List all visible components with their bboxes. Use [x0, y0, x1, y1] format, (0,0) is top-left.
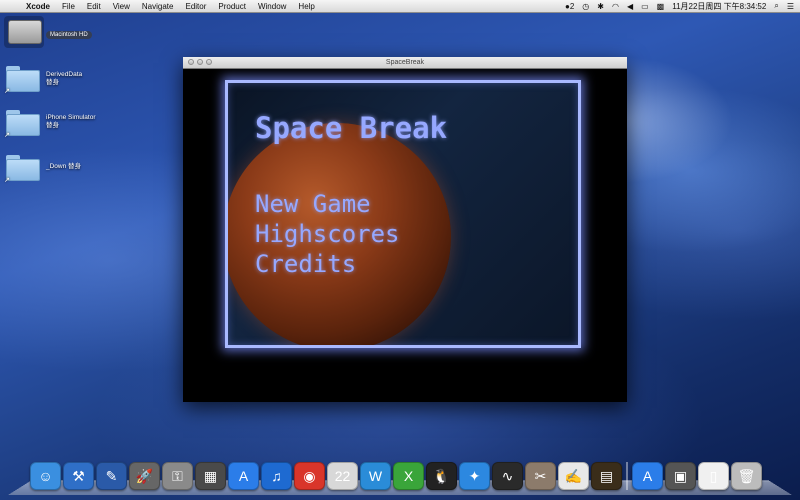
wifi-icon[interactable]: ◠ [612, 2, 619, 11]
clock[interactable]: 11月22日周四 下午8:34:52 [672, 1, 766, 12]
game-view[interactable]: Space Break New Game Highscores Credits [183, 69, 627, 402]
dock: ☺ ⚒ ✎ 🚀 ⚿ ▦ A ♫ ◉ 22 W X 🐧 ✦ ∿ ✂ ✍ ▤ A ▣ ▯ 🗑 [30, 458, 762, 490]
window-title: SpaceBreak [385, 59, 425, 66]
macintosh-hd-icon[interactable] [4, 16, 44, 48]
utilities-icon[interactable]: ✂ [525, 462, 556, 490]
wps-spreadsheet-icon[interactable]: X [393, 462, 424, 490]
bluetooth-icon[interactable]: ✱ [597, 2, 604, 11]
menu-editor[interactable]: Editor [179, 2, 212, 11]
game-icon[interactable]: ▤ [591, 462, 622, 490]
launchpad-icon[interactable]: 🚀 [129, 462, 160, 490]
menu-edit[interactable]: Edit [81, 2, 107, 11]
alias-arrow-icon: ↗ [4, 88, 10, 95]
chrome-icon[interactable]: ◉ [294, 462, 325, 490]
safari-icon[interactable]: ✦ [459, 462, 490, 490]
folder-down-label[interactable]: _Down 替身 [46, 163, 106, 171]
xcode-icon[interactable]: ⚒ [63, 462, 94, 490]
dashboard-icon[interactable]: ▦ [195, 462, 226, 490]
folder-deriveddata-icon[interactable]: ↗ [4, 66, 40, 95]
qq-status-icon[interactable]: ●2 [565, 2, 574, 11]
trash-icon[interactable]: 🗑 [731, 462, 762, 490]
close-button[interactable] [188, 59, 194, 65]
menu-app-name[interactable]: Xcode [20, 2, 56, 11]
menu-navigate[interactable]: Navigate [136, 2, 180, 11]
dock-separator [626, 462, 628, 490]
documents-stack-icon[interactable]: ▣ [665, 462, 696, 490]
itunes-icon[interactable]: ♫ [261, 462, 292, 490]
menu-file[interactable]: File [56, 2, 81, 11]
calendar-icon[interactable]: 22 [327, 462, 358, 490]
menubar: Xcode File Edit View Navigate Editor Pro… [0, 0, 800, 13]
battery-icon[interactable]: ▭ [641, 2, 649, 11]
wps-writer-icon[interactable]: W [360, 462, 391, 490]
zoom-button[interactable] [206, 59, 212, 65]
time-machine-icon[interactable]: ◷ [582, 2, 589, 11]
appstore-icon[interactable]: A [228, 462, 259, 490]
status-area: ●2 ◷ ✱ ◠ ◀ ▭ ▩ 11月22日周四 下午8:34:52 ⌕ ☰ [565, 1, 800, 12]
hard-disk-icon [8, 20, 42, 44]
menu-new-game[interactable]: New Game [255, 190, 371, 218]
folder-iphone-simulator-label[interactable]: iPhone Simulator 替身 [46, 114, 102, 130]
volume-icon[interactable]: ◀ [627, 2, 633, 11]
spotlight-search-icon[interactable]: ⌕ [774, 1, 778, 11]
game-title: Space Break [255, 111, 448, 145]
textedit-icon[interactable]: ✍ [558, 462, 589, 490]
notification-center-icon[interactable]: ☰ [787, 2, 794, 11]
menu-window[interactable]: Window [252, 2, 292, 11]
keychain-icon[interactable]: ⚿ [162, 462, 193, 490]
menu-help[interactable]: Help [292, 2, 320, 11]
downloads-stack-icon[interactable]: A [632, 462, 663, 490]
menu-product[interactable]: Product [212, 2, 252, 11]
activity-monitor-icon[interactable]: ∿ [492, 462, 523, 490]
window-titlebar[interactable]: SpaceBreak [183, 57, 627, 69]
instruments-icon[interactable]: ✎ [96, 462, 127, 490]
status-badge: 2 [569, 1, 575, 11]
menu-credits[interactable]: Credits [255, 250, 356, 278]
minimize-button[interactable] [197, 59, 203, 65]
alias-arrow-icon: ↗ [4, 177, 10, 184]
macintosh-hd-label[interactable]: Macintosh HD [46, 31, 92, 39]
folder-down-icon[interactable]: ↗ [4, 155, 40, 184]
folder-iphone-simulator-icon[interactable]: ↗ [4, 110, 40, 139]
qq-icon[interactable]: 🐧 [426, 462, 457, 490]
menu-view[interactable]: View [107, 2, 136, 11]
menu-highscores[interactable]: Highscores [255, 220, 400, 248]
file-icon[interactable]: ▯ [698, 462, 729, 490]
spacebreak-window: SpaceBreak Space Break New Game Highscor… [183, 57, 627, 402]
input-method-icon[interactable]: ▩ [657, 2, 665, 11]
folder-deriveddata-label[interactable]: DerivedData 替身 [46, 71, 86, 87]
finder-icon[interactable]: ☺ [30, 462, 61, 490]
alias-arrow-icon: ↗ [4, 132, 10, 139]
game-menu-panel: Space Break New Game Highscores Credits [225, 80, 581, 348]
